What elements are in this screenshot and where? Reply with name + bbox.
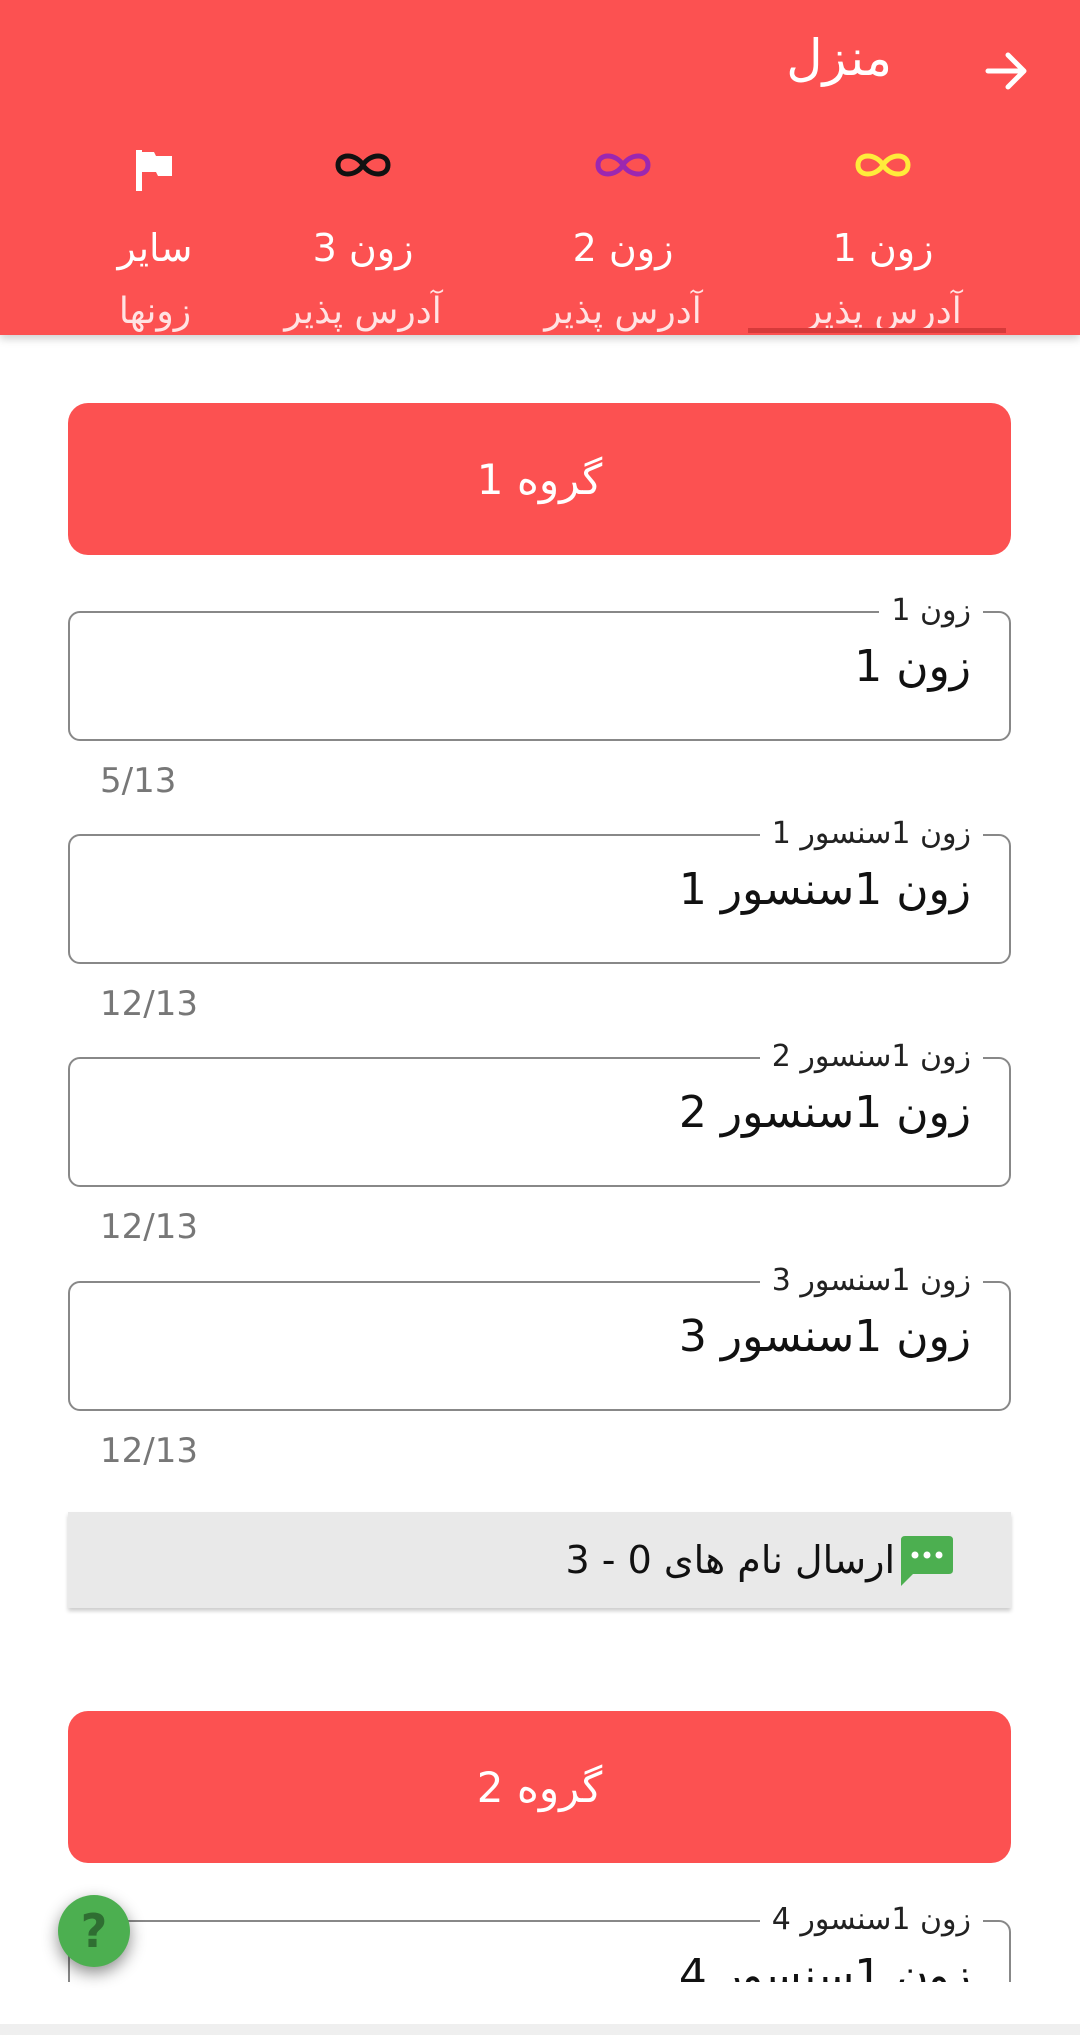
tab-other-zones[interactable]: سایر زونها — [20, 135, 290, 335]
scroll-viewport: زون 1سنسور 4 زون 1سنسور 4 — [0, 1880, 1080, 1982]
help-button[interactable]: ? — [58, 1895, 130, 1967]
sensor-2-name-field[interactable]: زون 1سنسور 2 زون 1سنسور 2 — [68, 1037, 1011, 1187]
field-value[interactable]: زون 1سنسور 4 — [679, 1946, 971, 1982]
arrow-right-icon — [985, 52, 1027, 90]
tab-zone-1[interactable]: زون 1 آدرس پذیر — [748, 135, 1018, 335]
field-value[interactable]: زون 1 — [854, 637, 971, 697]
infinity-icon — [855, 153, 911, 177]
send-names-label: ارسال نام های 0 - 3 — [565, 1538, 895, 1582]
character-counter: 5/13 — [100, 761, 177, 801]
tab-sublabel: آدرس پذیر — [544, 291, 702, 332]
field-label: زون 1سنسور 3 — [759, 1261, 983, 1301]
tab-label: سایر — [117, 226, 193, 270]
field-label: زون 1سنسور 2 — [759, 1037, 983, 1077]
sms-icon — [897, 1532, 955, 1592]
tab-sublabel: زونها — [118, 291, 192, 332]
tab-zone-2[interactable]: زون 2 آدرس پذیر — [488, 135, 758, 335]
character-counter: 12/13 — [100, 984, 198, 1024]
field-value[interactable]: زون 1سنسور 3 — [679, 1307, 971, 1367]
field-value[interactable]: زون 1سنسور 1 — [679, 860, 971, 920]
sensor-4-name-field[interactable]: زون 1سنسور 4 زون 1سنسور 4 — [68, 1900, 1011, 1982]
infinity-icon — [595, 153, 651, 177]
group-1-header[interactable]: گروه 1 — [68, 403, 1011, 555]
field-label: زون 1سنسور 1 — [759, 814, 983, 854]
flag-icon — [136, 150, 172, 191]
tab-label: زون 1 — [832, 226, 934, 270]
group-2-header[interactable]: گروه 2 — [68, 1711, 1011, 1863]
bottom-edge — [0, 2024, 1080, 2035]
sensor-1-name-field[interactable]: زون 1سنسور 1 زون 1سنسور 1 — [68, 814, 1011, 964]
infinity-icon — [335, 153, 391, 177]
character-counter: 12/13 — [100, 1207, 198, 1247]
tab-indicator — [748, 328, 1006, 333]
app-bar: منزل زون 1 آدرس پذیر زون 2 آدرس پذیر زون… — [0, 0, 1080, 335]
page-title: منزل — [786, 29, 892, 87]
back-button[interactable] — [972, 36, 1042, 106]
question-mark-icon: ? — [80, 1904, 108, 1958]
sensor-3-name-field[interactable]: زون 1سنسور 3 زون 1سنسور 3 — [68, 1261, 1011, 1411]
send-names-button[interactable]: ارسال نام های 0 - 3 — [68, 1512, 1011, 1608]
zone-name-field[interactable]: زون 1 زون 1 — [68, 591, 1011, 741]
field-label: زون 1 — [879, 591, 983, 631]
field-value[interactable]: زون 1سنسور 2 — [679, 1083, 971, 1143]
field-label: زون 1سنسور 4 — [759, 1900, 983, 1940]
tab-label: زون 2 — [572, 226, 674, 270]
character-counter: 12/13 — [100, 1431, 198, 1471]
